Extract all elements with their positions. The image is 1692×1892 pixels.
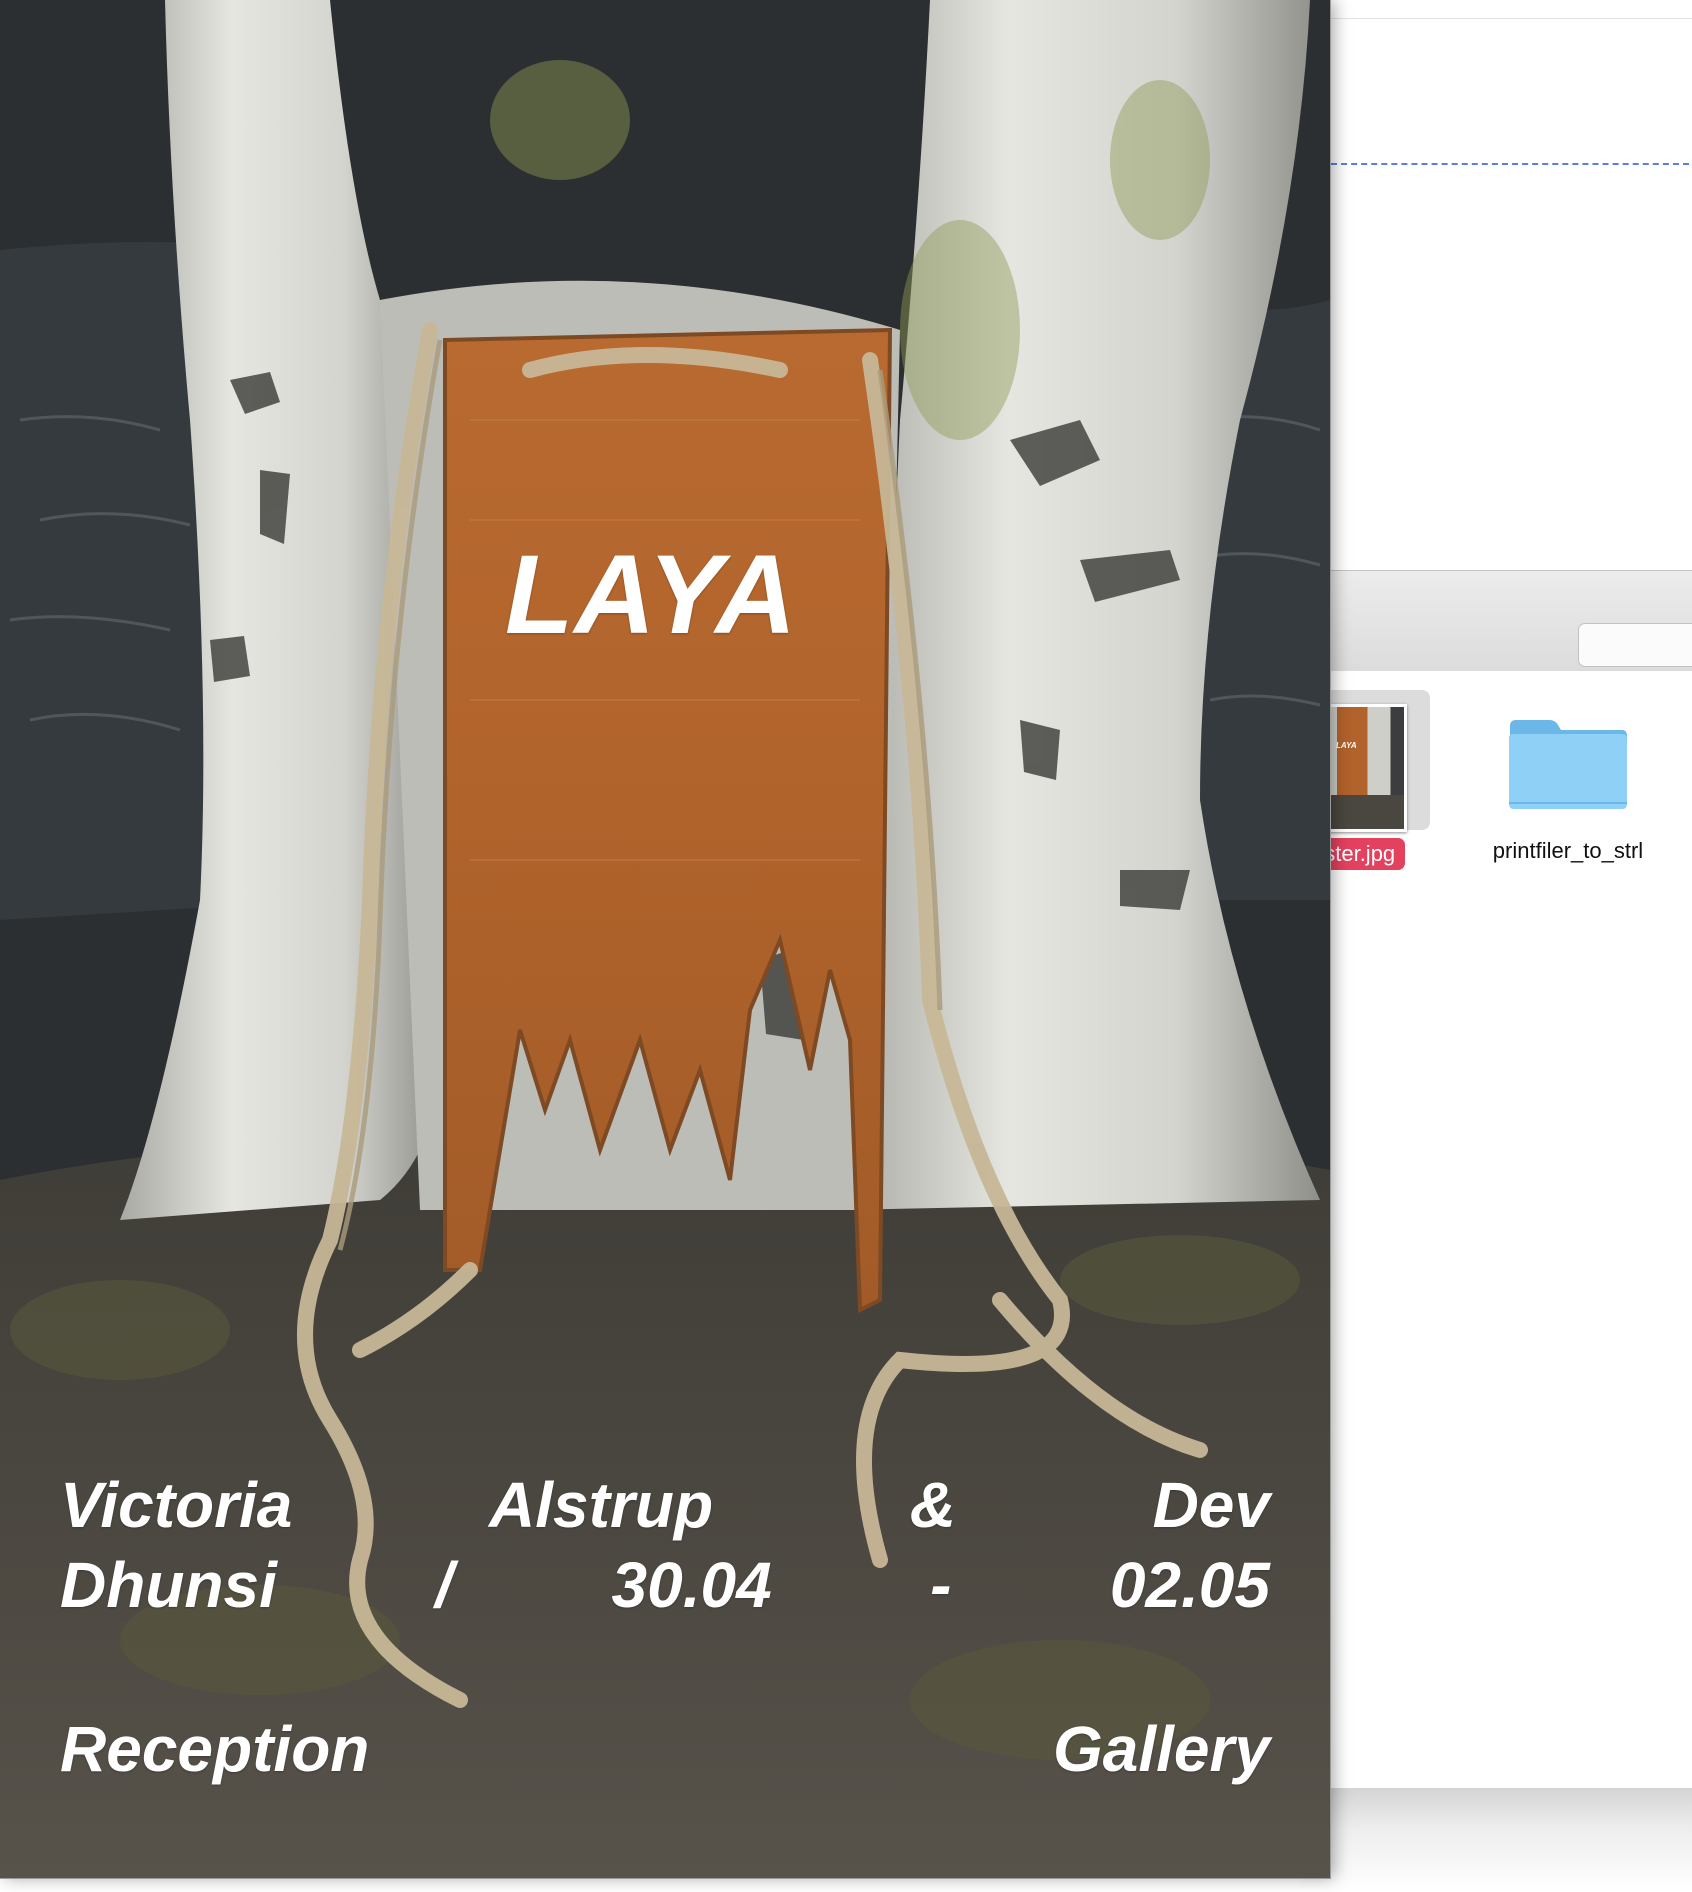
folder-icon[interactable] <box>1506 712 1630 812</box>
search-input[interactable] <box>1578 623 1692 667</box>
folder-name-label[interactable]: printfiler_to_strl <box>1480 838 1656 864</box>
poster-word: Victoria <box>60 1469 293 1541</box>
poster-word: Alstrup <box>489 1469 714 1541</box>
poster-venue-line: Reception Gallery <box>60 1710 1270 1788</box>
poster-word: Dev <box>1152 1469 1270 1541</box>
finder-window: LAYA oster.jpg printfiler_to_strl <box>1300 0 1692 1892</box>
finder-toolbar <box>1300 570 1692 672</box>
poster-dates-line: Dhunsi / 30.04 - 02.05 <box>60 1546 1270 1624</box>
thumbnail-title: LAYA <box>1336 741 1357 750</box>
desktop: LAYA oster.jpg printfiler_to_strl LAYA V… <box>0 0 1692 1892</box>
poster-word: 30.04 <box>611 1549 772 1621</box>
window-shadow <box>1300 1788 1692 1892</box>
poster-word: 02.05 <box>1109 1549 1270 1621</box>
poster-word: - <box>930 1549 952 1621</box>
finder-preview-pane <box>1300 0 1692 570</box>
file-item-folder[interactable]: printfiler_to_strl <box>1480 700 1680 880</box>
poster-word: & <box>909 1469 956 1541</box>
poster-word: Gallery <box>1052 1713 1270 1785</box>
dashed-guide-line <box>1331 163 1689 165</box>
poster-title: LAYA <box>505 532 798 657</box>
poster-word: Dhunsi <box>60 1549 277 1621</box>
divider <box>1331 18 1692 19</box>
poster-word: / <box>435 1549 454 1621</box>
poster-preview-window[interactable]: LAYA Victoria Alstrup & Dev Dhunsi / 30.… <box>0 0 1330 1878</box>
poster-artists-line: Victoria Alstrup & Dev <box>60 1466 1270 1544</box>
poster-word: Reception <box>60 1713 370 1785</box>
